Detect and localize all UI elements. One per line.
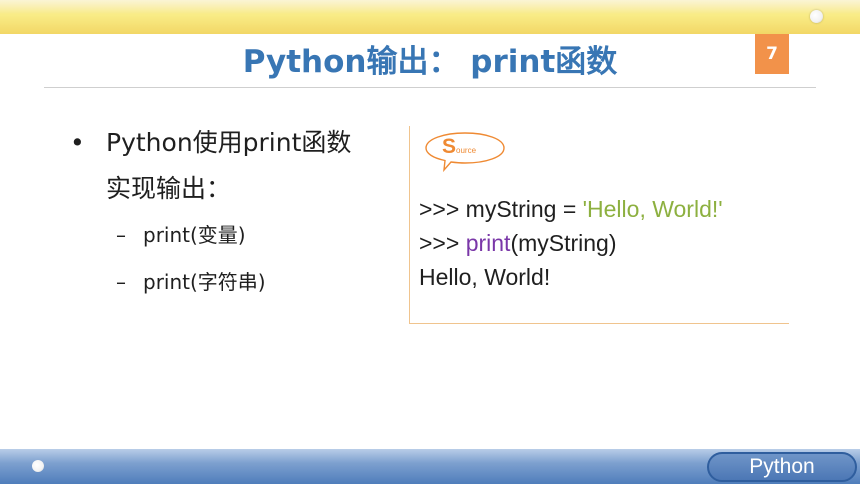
source-small-text: ource — [456, 146, 477, 155]
top-banner — [0, 0, 860, 34]
code-output: Hello, World! — [419, 264, 551, 290]
source-badge: Source — [424, 131, 506, 173]
sub-bullet-dash: – — [116, 223, 126, 247]
code-block: >>> myString = 'Hello, World!' >>> print… — [419, 192, 723, 294]
source-big-letter: S — [442, 135, 457, 158]
sub-bullet: – print(变量) — [70, 212, 390, 259]
code-line-2: >>> print(myString) — [419, 226, 723, 260]
slide-title: Python输出： print函数 — [242, 44, 618, 80]
code-string-literal: 'Hello, World!' — [582, 196, 723, 222]
code-prompt: >>> — [419, 230, 466, 256]
code-prompt: >>> myString = — [419, 196, 583, 222]
banner-sheen — [0, 0, 860, 14]
bullet-main-text: Python使用print函数实现输出： — [106, 128, 352, 203]
bullet-dot: • — [70, 128, 85, 157]
code-line-1: >>> myString = 'Hello, World!' — [419, 192, 723, 226]
code-call-args: (myString) — [510, 230, 617, 256]
sub-bullet-dash: – — [116, 270, 126, 294]
page-number-badge: 7 — [755, 34, 789, 74]
bottom-decor-dot — [32, 460, 44, 472]
bullet-list: • Python使用print函数实现输出： – print(变量) – pri… — [70, 120, 390, 306]
footer-python-label: Python — [707, 452, 857, 482]
bullet-main: • Python使用print函数实现输出： — [70, 120, 390, 212]
code-keyword: print — [465, 230, 511, 256]
title-divider — [44, 87, 816, 88]
source-label: Source — [442, 135, 476, 159]
sub-bullet: – print(字符串) — [70, 259, 390, 306]
top-decor-dot — [810, 10, 823, 23]
